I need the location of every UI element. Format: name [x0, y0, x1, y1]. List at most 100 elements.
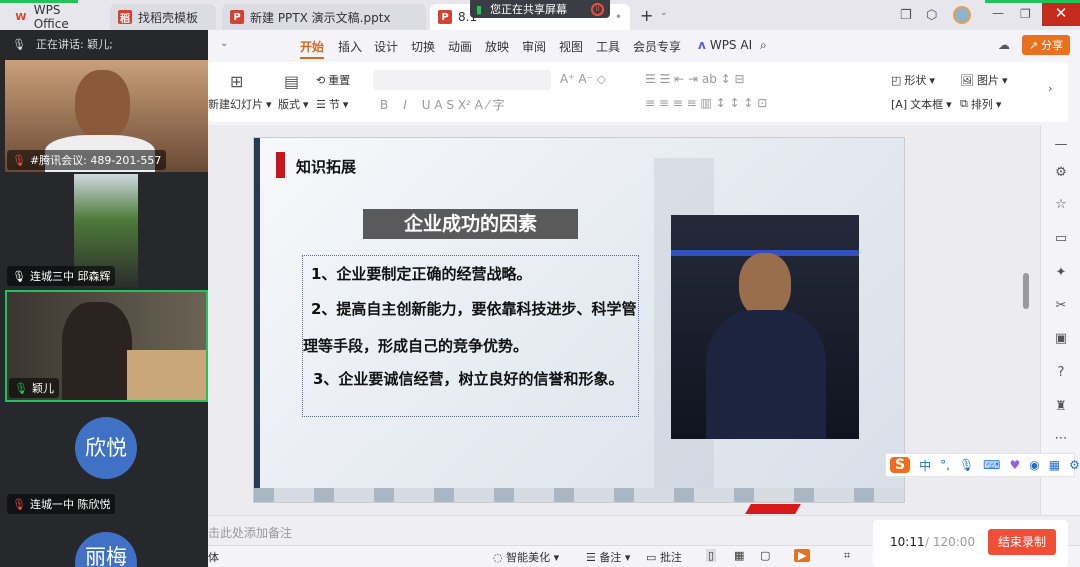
keyboard-icon[interactable]: ⌨	[983, 458, 1000, 472]
notes-button[interactable]: ☰ 备注 ▾	[586, 549, 630, 565]
video-tile[interactable]: 🎙 连城三中 邱森辉	[5, 174, 208, 288]
shape-icon: ◰	[891, 73, 902, 87]
star-icon[interactable]: ☆	[1053, 197, 1069, 213]
help-icon[interactable]: ?	[1053, 365, 1069, 381]
tab-new-pptx[interactable]: P 新建 PPTX 演示文稿.pptx	[222, 4, 426, 30]
ime-mode-toggle[interactable]: 中	[919, 457, 931, 474]
menu-slideshow[interactable]: 放映	[485, 38, 509, 55]
textbox-icon: [A]	[891, 97, 908, 111]
text-format-buttons[interactable]: B I U A S X² A ⁄ 字	[380, 96, 505, 113]
tools-icon[interactable]: ✂	[1053, 298, 1069, 314]
comments-button[interactable]: ▭ 批注	[646, 549, 682, 565]
layout-button[interactable]: 版式 ▾	[278, 96, 309, 112]
video-tile-host[interactable]: 🎙 #腾讯会议: 489-201-557	[5, 60, 208, 172]
shape-button[interactable]: ◰ 形状 ▾	[891, 72, 935, 88]
more-icon[interactable]: ⋯	[1053, 431, 1069, 447]
participant-video	[75, 70, 130, 140]
tab-list-chevron-icon[interactable]: ⌄	[660, 8, 668, 18]
collapse-icon[interactable]: —	[1053, 137, 1069, 153]
search-icon[interactable]: ⌕	[760, 38, 767, 53]
layout-icon[interactable]: ▤	[284, 72, 299, 91]
vertical-scrollbar[interactable]	[1023, 273, 1029, 309]
window-tile-icon[interactable]: ❐	[900, 8, 912, 23]
game-icon[interactable]: ◉	[1029, 458, 1039, 472]
user-avatar[interactable]	[953, 6, 971, 24]
label: 文本框	[910, 98, 944, 111]
font-family-select[interactable]	[373, 70, 551, 90]
new-tab-icon[interactable]: +	[640, 6, 653, 25]
menu-wps-ai[interactable]: ʌ WPS AI	[698, 38, 752, 52]
cube-icon[interactable]: ⬡	[926, 8, 937, 23]
textbox-button[interactable]: [A] 文本框 ▾	[891, 96, 952, 112]
play-button[interactable]: ▶	[794, 549, 811, 562]
animation-icon[interactable]: ✦	[1053, 265, 1069, 281]
menu-view[interactable]: 视图	[559, 38, 583, 55]
normal-view-icon[interactable]: ▯	[706, 549, 717, 562]
collapse-chevron-icon[interactable]: ⌄	[220, 38, 228, 49]
menu-tools[interactable]: 工具	[596, 38, 620, 55]
arrange-button[interactable]: ⧉ 排列 ▾	[960, 96, 1001, 112]
menu-animation[interactable]: 动画	[448, 38, 472, 55]
close-window-button[interactable]: ✕	[1042, 0, 1080, 26]
tab-close-icon[interactable]: •	[615, 10, 622, 24]
settings-icon[interactable]: ⚙	[1069, 458, 1080, 472]
tab-label: 找稻壳模板	[138, 10, 199, 25]
menu-review[interactable]: 审阅	[522, 38, 546, 55]
apps-icon[interactable]: ▦	[1049, 458, 1060, 472]
settings-sliders-icon[interactable]: ⚙	[1053, 165, 1069, 181]
video-tile[interactable]: 欣悦 🎙 连城一中 陈欣悦	[5, 404, 208, 516]
reading-view-icon[interactable]: ▢	[760, 549, 770, 562]
mic-muted-icon: 🎙	[12, 497, 26, 511]
grid-view-icon[interactable]: ▦	[734, 549, 744, 562]
content-textbox[interactable]: 1、企业要制定正确的经营战略。 2、提高自主创新能力，要依靠科技进步、科学管理等…	[302, 255, 639, 417]
comment-icon[interactable]: ▭	[1053, 231, 1069, 247]
new-slide-button[interactable]: 新建幻灯片 ▾	[208, 96, 272, 112]
beautify-button[interactable]: ◌ 智能美化 ▾	[493, 549, 559, 565]
paragraph-buttons[interactable]: ☰ ☰ ⇤ ⇥ ab ↕ ⊟	[645, 72, 745, 86]
cloud-icon[interactable]: ☁	[998, 38, 1010, 52]
menu-transition[interactable]: 切换	[411, 38, 435, 55]
ribbon-more-chevron-icon[interactable]: ›	[1048, 82, 1052, 95]
stop-share-icon[interactable]: II	[591, 2, 604, 16]
participant-name-chip: 🎙 #腾讯会议: 489-201-557	[7, 150, 167, 170]
mic-icon: 🎙	[12, 269, 26, 283]
photo-face	[739, 253, 791, 317]
portrait-photo[interactable]	[671, 215, 859, 439]
recording-panel: 10:11 / 120:00 结束录制	[873, 520, 1068, 567]
menu-design[interactable]: 设计	[374, 38, 398, 55]
share-button[interactable]: ↗ 分享	[1022, 35, 1070, 55]
slide-header: 知识拓展	[296, 158, 357, 176]
shirt-icon[interactable]: ♜	[1053, 399, 1069, 415]
participant-name-chip: 🎙 颖儿	[9, 378, 59, 398]
voice-icon[interactable]: 🎙	[959, 458, 974, 472]
reset-button[interactable]: ⟲ 重置	[316, 72, 350, 88]
participant-name: #腾讯会议: 489-201-557	[29, 154, 162, 167]
picture-button[interactable]: 🖼 图片 ▾	[960, 72, 1008, 88]
recording-total: / 120:00	[925, 535, 976, 549]
punctuation-icon[interactable]: °,	[940, 458, 950, 472]
menu-home[interactable]: 开始	[300, 38, 325, 59]
font-size-controls[interactable]: A⁺ A⁻ ◇	[560, 72, 606, 86]
tab-label: WPS Office	[33, 3, 69, 31]
video-tile-active[interactable]: 🎙 颖儿	[5, 290, 208, 402]
book-icon[interactable]: ▣	[1053, 331, 1069, 347]
section-button[interactable]: ☰ 节 ▾	[316, 96, 348, 112]
skin-icon[interactable]: ♥	[1010, 458, 1021, 472]
video-tile[interactable]: 丽梅	[5, 518, 208, 567]
sogou-logo-icon[interactable]: S	[890, 457, 911, 473]
new-slide-icon[interactable]: ⊞	[230, 72, 243, 91]
menu-member[interactable]: 会员专享	[633, 38, 681, 55]
speaking-text: 正在讲话: 颖儿;	[35, 38, 113, 51]
minimize-icon[interactable]: —	[992, 6, 1004, 20]
stop-recording-button[interactable]: 结束录制	[988, 529, 1056, 555]
tab-template[interactable]: 稻找稻壳模板	[110, 4, 216, 30]
slide[interactable]: 知识拓展 企业成功的因素 1、企业要制定正确的经营战略。 2、提高自主创新能力，…	[253, 137, 905, 503]
fit-screen-icon[interactable]: ⌗	[844, 549, 850, 563]
restore-icon[interactable]: ❐	[1020, 7, 1031, 21]
label: 节	[328, 98, 340, 111]
tab-wps-office[interactable]: W WPS Office	[6, 3, 106, 31]
share-icon: ↗	[1028, 38, 1039, 52]
align-buttons[interactable]: ≡ ≡ ≡ ≡ ▥ ↕ ↕ ↕ ⊡	[645, 96, 767, 110]
share-banner-text: 您正在共享屏幕	[490, 3, 568, 16]
menu-insert[interactable]: 插入	[338, 38, 362, 55]
